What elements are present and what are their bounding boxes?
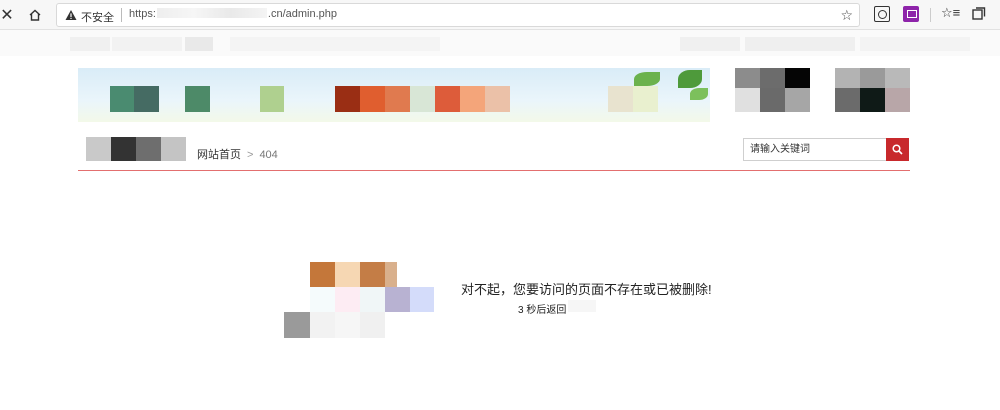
banner-tile xyxy=(633,86,658,112)
banner-tile xyxy=(608,86,633,112)
logo-tile xyxy=(161,137,186,161)
collections-icon[interactable] xyxy=(971,6,987,22)
side-banner-tile xyxy=(835,68,860,88)
home-icon[interactable] xyxy=(26,5,44,25)
search-button[interactable] xyxy=(886,138,909,161)
address-divider xyxy=(121,8,122,22)
bookmark-blur xyxy=(112,37,182,51)
banner-tile xyxy=(385,86,410,112)
address-bar[interactable]: 不安全 https: .cn/admin.php ☆ xyxy=(56,3,860,27)
banner-tile xyxy=(134,86,159,112)
header-divider xyxy=(78,170,910,171)
url-suffix: .cn/admin.php xyxy=(267,8,338,20)
illustration-tile xyxy=(310,312,335,338)
banner-tile xyxy=(110,86,134,112)
security-label: 不安全 xyxy=(81,12,114,24)
side-banner-tile xyxy=(885,88,910,112)
breadcrumb-separator: > xyxy=(247,149,254,161)
404-illustration xyxy=(284,258,434,340)
star-icon[interactable]: ☆ xyxy=(840,7,853,24)
bookmark-blur xyxy=(860,37,970,51)
bookmark-blur xyxy=(230,37,440,51)
warning-icon xyxy=(65,10,77,20)
breadcrumb-home-link[interactable]: 网站首页 xyxy=(197,149,241,161)
site-banner xyxy=(78,68,710,122)
illustration-tile xyxy=(360,312,385,338)
countdown-redacted xyxy=(568,300,596,312)
screenshot-extension-icon[interactable] xyxy=(874,6,890,22)
illustration-tile xyxy=(360,262,385,287)
logo-tile xyxy=(86,137,111,161)
side-banner-tile xyxy=(760,68,785,88)
side-banner-tile xyxy=(785,88,810,112)
side-banner-tile xyxy=(785,68,810,88)
close-icon[interactable]: ✕ xyxy=(0,5,14,25)
illustration-tile xyxy=(335,262,360,287)
side-banner-tile xyxy=(835,88,860,112)
illustration-tile xyxy=(335,287,360,312)
banner-tile xyxy=(410,86,435,112)
illustration-tile xyxy=(410,287,434,312)
logo-tile xyxy=(136,137,161,161)
side-banner-tile xyxy=(760,88,785,112)
favorites-icon[interactable]: ☆≡ xyxy=(941,5,960,21)
url-prefix: https: xyxy=(129,8,156,20)
illustration-tile xyxy=(310,287,335,312)
breadcrumb: 网站首页 >404 xyxy=(197,146,278,162)
search-icon xyxy=(892,144,903,155)
browser-toolbar: ✕ 不安全 https: .cn/admin.php ☆ ☆≡ xyxy=(0,0,1000,30)
leaf-decoration xyxy=(690,88,708,100)
extension-icon[interactable] xyxy=(903,6,919,22)
logo-tile xyxy=(111,137,136,161)
side-banner-tile xyxy=(885,68,910,88)
url-redacted xyxy=(156,8,267,18)
banner-tile xyxy=(360,86,385,112)
side-banner-tile xyxy=(735,88,760,112)
banner-tile xyxy=(260,86,284,112)
bookmarks-bar xyxy=(0,30,1000,56)
illustration-tile xyxy=(385,287,410,312)
banner-tile xyxy=(485,86,510,112)
illustration-tile xyxy=(385,262,397,287)
banner-tile xyxy=(185,86,210,112)
banner-tile xyxy=(435,86,460,112)
bookmark-blur xyxy=(70,37,110,51)
leaf-decoration xyxy=(634,72,660,86)
illustration-tile xyxy=(335,312,360,338)
url-text: https: .cn/admin.php xyxy=(129,8,337,20)
illustration-tile xyxy=(310,262,335,287)
search-input[interactable] xyxy=(743,138,886,161)
toolbar-divider xyxy=(930,8,931,22)
redirect-countdown[interactable]: 3 秒后返回 xyxy=(518,301,566,316)
banner-tile xyxy=(335,86,360,112)
bookmark-blur xyxy=(745,37,855,51)
illustration-tile xyxy=(284,312,310,338)
site-logo[interactable] xyxy=(86,137,186,161)
side-banner-tile xyxy=(860,88,885,112)
breadcrumb-current: 404 xyxy=(259,149,278,161)
error-message: 对不起，您要访问的页面不存在或已被删除! xyxy=(461,282,712,297)
leaf-decoration xyxy=(678,70,702,88)
illustration-tile xyxy=(360,287,385,312)
side-banner-tile xyxy=(860,68,885,88)
bookmark-blur xyxy=(185,37,213,51)
banner-tile xyxy=(460,86,485,112)
bookmark-blur xyxy=(680,37,740,51)
side-banner-tile xyxy=(735,68,760,88)
